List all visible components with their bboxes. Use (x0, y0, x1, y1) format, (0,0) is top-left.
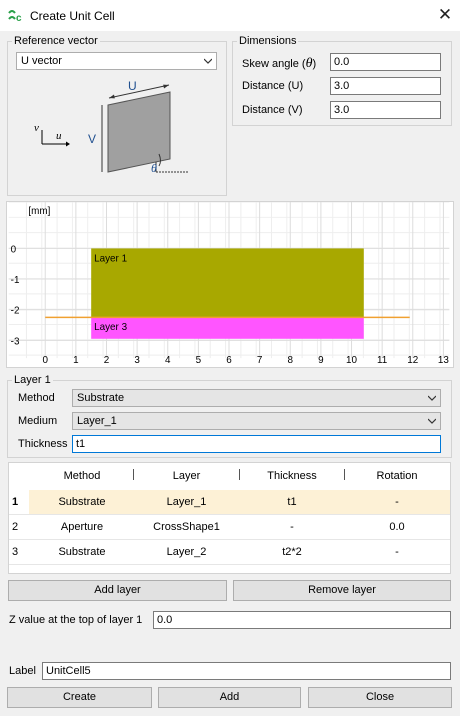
window-title: Create Unit Cell (30, 9, 115, 23)
layer-stack-chart: Layer 1Layer 30 1 2 3 4 5 6 7 8 9 10 11 12 130-1-2-3[… (6, 201, 454, 368)
cell-thickness: - (290, 521, 294, 533)
v-axis-label: v (34, 122, 39, 134)
add-button[interactable]: Add (158, 687, 301, 708)
label-input[interactable]: UnitCell5 (42, 662, 451, 680)
reference-vector-select[interactable]: U vector (16, 52, 217, 70)
z-value-input[interactable]: 0.0 (153, 611, 451, 629)
distance-v-input[interactable]: 3.0 (330, 101, 441, 119)
medium-select[interactable]: Layer_1 (72, 412, 441, 430)
distance-u-label: Distance (U) (242, 80, 304, 92)
thickness-label: Thickness (18, 438, 68, 450)
x-tick-label: 9 (318, 355, 324, 366)
row-number: 3 (9, 540, 29, 564)
table-row[interactable]: 2 Aperture CrossShape1 - 0.0 (9, 515, 450, 540)
thickness-input[interactable]: t1 (72, 435, 441, 453)
cell-rotation: - (395, 496, 399, 508)
skew-angle-label: Skew angle (θ) (242, 56, 317, 71)
u-edge-label: U (128, 79, 137, 93)
create-button[interactable]: Create (7, 687, 152, 708)
x-tick-label: 4 (165, 355, 171, 366)
cell-thickness: t2*2 (282, 546, 302, 558)
u-axis-label: u (56, 130, 62, 142)
remove-layer-button[interactable]: Remove layer (233, 580, 451, 601)
x-tick-label: 7 (257, 355, 263, 366)
x-tick-label: 2 (104, 355, 110, 366)
column-header-thickness[interactable]: Thickness (240, 463, 344, 490)
chevron-down-icon (428, 395, 436, 401)
cell-rotation: - (395, 546, 399, 558)
z-value-label: Z value at the top of layer 1 (9, 614, 143, 626)
unit-cell-diagram: v u U V θ (34, 79, 188, 175)
cell-method: Substrate (58, 496, 106, 508)
x-tick-label: 12 (407, 355, 418, 366)
column-header-method[interactable]: Method (31, 463, 133, 490)
distance-u-input[interactable]: 3.0 (330, 77, 441, 95)
dimensions-title: Dimensions (237, 35, 299, 47)
unit-label: [mm] (28, 206, 50, 217)
chevron-down-icon (204, 58, 212, 64)
reference-vector-value: U vector (21, 55, 62, 67)
x-tick-label: 10 (346, 355, 357, 366)
layer-bar (91, 317, 364, 339)
label-caption: Label (9, 665, 36, 677)
layer-editor-title: Layer 1 (12, 374, 53, 386)
x-tick-label: 13 (438, 355, 449, 366)
cell-thickness: t1 (287, 496, 297, 508)
medium-value: Layer_1 (77, 415, 117, 427)
close-window-button[interactable]: ✕ (436, 6, 454, 24)
x-tick-label: 6 (226, 355, 232, 366)
layers-table: Method Layer Thickness Rotation 1 Substr… (8, 462, 451, 574)
x-tick-label: 0 (42, 355, 48, 366)
x-tick-label: 5 (196, 355, 202, 366)
y-tick-label: -3 (11, 336, 20, 347)
layer-bar (91, 248, 364, 318)
table-row[interactable]: 3 Substrate Layer_2 t2*2 - (9, 540, 450, 565)
reference-vector-title: Reference vector (12, 35, 100, 47)
method-label: Method (18, 392, 55, 404)
method-value: Substrate (77, 392, 125, 404)
layer-bar-label: Layer 1 (94, 253, 127, 264)
y-tick-label: -2 (11, 306, 20, 317)
cell-layer: Layer_1 (166, 496, 207, 508)
cell-layer: CrossShape1 (153, 521, 220, 533)
table-row[interactable]: 1 Substrate Layer_1 t1 - (9, 490, 450, 515)
layer-bar-label: Layer 3 (94, 322, 127, 333)
medium-label: Medium (18, 415, 58, 427)
x-tick-label: 1 (73, 355, 79, 366)
x-tick-label: 11 (377, 355, 388, 366)
cell-method: Aperture (60, 521, 104, 533)
x-tick-label: 8 (288, 355, 294, 366)
column-header-rotation[interactable]: Rotation (345, 463, 449, 490)
table-header: Method Layer Thickness Rotation (9, 463, 450, 490)
v-edge-label: V (88, 132, 96, 146)
y-tick-label: 0 (11, 244, 17, 255)
row-number: 1 (9, 490, 29, 514)
x-tick-label: 3 (134, 355, 140, 366)
chevron-down-icon (428, 418, 436, 424)
theta-label: θ (151, 161, 157, 175)
distance-v-label: Distance (V) (242, 104, 303, 116)
cell-rotation: 0.0 (389, 521, 405, 533)
row-number: 2 (9, 515, 29, 539)
close-button[interactable]: Close (308, 687, 452, 708)
method-select[interactable]: Substrate (72, 389, 441, 407)
column-header-layer[interactable]: Layer (134, 463, 239, 490)
skew-angle-input[interactable]: 0.0 (330, 53, 441, 71)
cell-layer: Layer_2 (166, 546, 207, 558)
cell-method: Substrate (58, 546, 106, 558)
svg-text:c: c (16, 13, 22, 23)
app-icon: c (8, 10, 22, 23)
add-layer-button[interactable]: Add layer (8, 580, 227, 601)
y-tick-label: -1 (11, 275, 20, 286)
